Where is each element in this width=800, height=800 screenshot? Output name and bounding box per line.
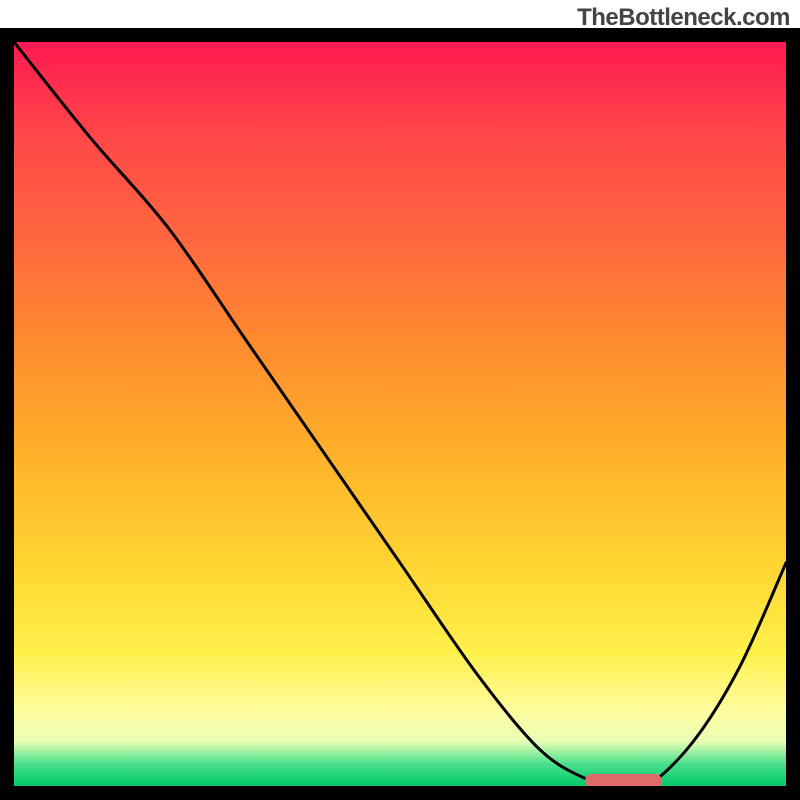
chart-frame: TheBottleneck.com — [0, 0, 800, 800]
curve-svg — [14, 42, 786, 786]
bottleneck-curve-line — [14, 42, 786, 786]
plot-area — [14, 42, 786, 786]
watermark-text: TheBottleneck.com — [577, 4, 790, 32]
optimal-range-marker — [585, 774, 662, 786]
